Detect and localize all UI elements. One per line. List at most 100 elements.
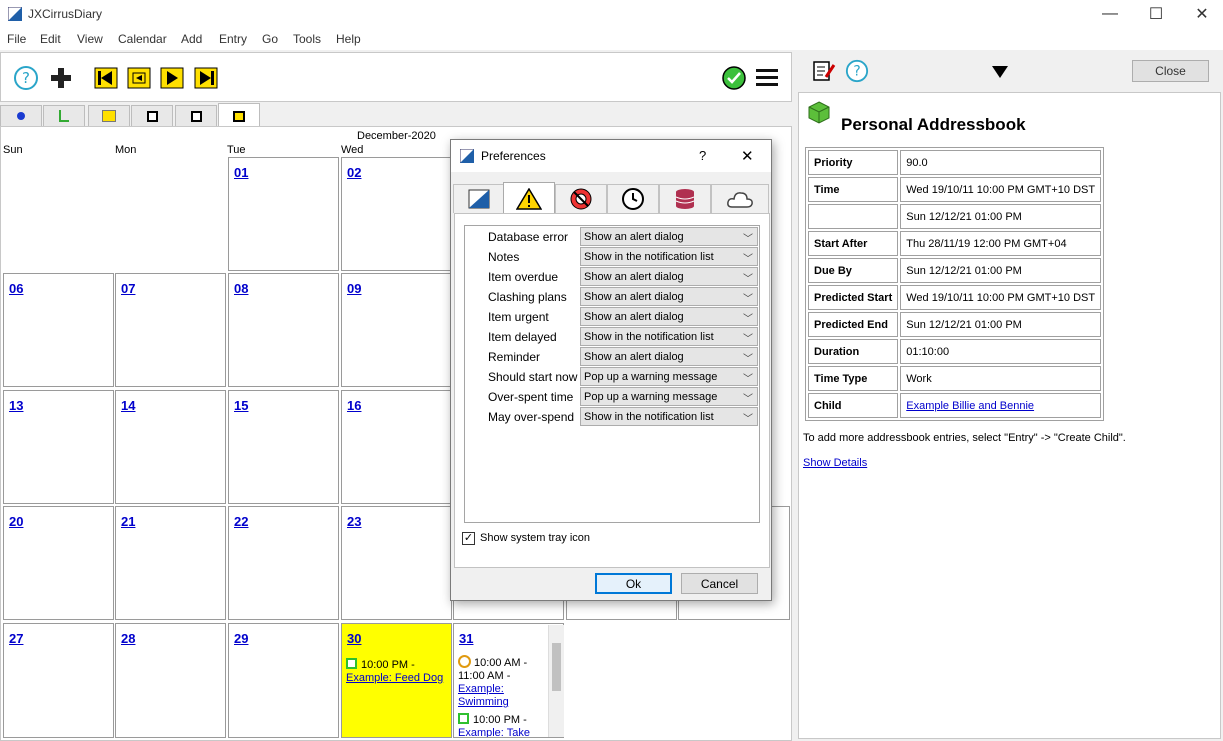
day-number[interactable]: 20 — [9, 514, 23, 529]
event-link[interactable]: Swimming — [458, 696, 509, 708]
day-cell-highlighted[interactable]: 30 10:00 PM - Example: Feed Dog — [341, 623, 452, 738]
day-number[interactable]: 08 — [234, 281, 248, 296]
day-number[interactable]: 21 — [121, 514, 135, 529]
day-cell[interactable]: 31 10:00 AM - 11:00 AM - Example: Swimmi… — [453, 623, 564, 738]
tab-person-view[interactable] — [0, 105, 42, 127]
alert-select[interactable]: Show an alert dialog ﹀ — [580, 307, 758, 326]
day-number[interactable]: 02 — [347, 165, 361, 180]
day-cell[interactable]: 06 — [3, 273, 114, 387]
menu-view[interactable]: View — [77, 32, 103, 46]
day-number[interactable]: 31 — [459, 631, 473, 646]
tab-alerts[interactable] — [503, 182, 555, 214]
day-number[interactable]: 27 — [9, 631, 23, 646]
tab-month-view[interactable] — [218, 103, 260, 128]
last-icon[interactable] — [193, 65, 219, 91]
alert-select[interactable]: Pop up a warning message ﹀ — [580, 367, 758, 386]
day-cell[interactable]: 20 — [3, 506, 114, 620]
event-link[interactable]: Example: Feed Dog — [346, 672, 443, 684]
day-cell[interactable]: 15 — [228, 390, 339, 504]
show-details-link[interactable]: Show Details — [803, 457, 867, 469]
tab-sync[interactable] — [555, 184, 607, 213]
alert-select[interactable]: Show an alert dialog ﹀ — [580, 267, 758, 286]
day-cell[interactable]: 22 — [228, 506, 339, 620]
next-icon[interactable] — [159, 65, 185, 91]
child-link[interactable]: Example Billie and Bennie — [906, 400, 1034, 412]
alert-select[interactable]: Show in the notification list ﹀ — [580, 327, 758, 346]
day-number[interactable]: 13 — [9, 398, 23, 413]
menu-tools[interactable]: Tools — [293, 32, 321, 46]
dropdown-triangle-icon[interactable] — [992, 66, 1008, 78]
day-number[interactable]: 07 — [121, 281, 135, 296]
menu-calendar[interactable]: Calendar — [118, 32, 167, 46]
cell-scrollbar[interactable] — [548, 625, 564, 737]
tab-tree-view[interactable] — [43, 105, 85, 127]
ok-button[interactable]: Ok — [595, 573, 672, 594]
day-number[interactable]: 06 — [9, 281, 23, 296]
calendar-event[interactable]: 10:00 AM - 11:00 AM - Example: Swimming — [458, 655, 546, 709]
tab-general[interactable] — [453, 184, 505, 213]
day-cell[interactable]: 29 — [228, 623, 339, 738]
day-cell[interactable]: 21 — [115, 506, 226, 620]
alert-select[interactable]: Show in the notification list ﹀ — [580, 407, 758, 426]
day-number[interactable]: 09 — [347, 281, 361, 296]
help-icon[interactable]: ? — [13, 65, 39, 91]
scrollbar-thumb[interactable] — [552, 643, 561, 691]
tab-week-view[interactable] — [175, 105, 217, 127]
day-number[interactable]: 22 — [234, 514, 248, 529]
day-cell[interactable]: 09 — [341, 273, 452, 387]
alert-select[interactable]: Show an alert dialog ﹀ — [580, 227, 758, 246]
minimize-button[interactable]: — — [1087, 0, 1133, 28]
cancel-button[interactable]: Cancel — [681, 573, 758, 594]
menu-go[interactable]: Go — [262, 32, 278, 46]
day-cell[interactable]: 01 — [228, 157, 339, 271]
alert-select[interactable]: Show in the notification list ﹀ — [580, 247, 758, 266]
day-cell[interactable]: 13 — [3, 390, 114, 504]
day-cell[interactable]: 14 — [115, 390, 226, 504]
dialog-close-button[interactable]: ✕ — [741, 147, 754, 165]
menu-entry[interactable]: Entry — [219, 32, 247, 46]
tab-day-view[interactable] — [131, 105, 173, 127]
menu-help[interactable]: Help — [336, 32, 361, 46]
day-number[interactable]: 28 — [121, 631, 135, 646]
alert-select[interactable]: Show an alert dialog ﹀ — [580, 347, 758, 366]
day-cell[interactable]: 08 — [228, 273, 339, 387]
menu-file[interactable]: File — [7, 32, 26, 46]
day-number[interactable]: 14 — [121, 398, 135, 413]
hamburger-menu-icon[interactable] — [756, 68, 778, 88]
day-number[interactable]: 15 — [234, 398, 248, 413]
day-cell[interactable]: 02 — [341, 157, 452, 271]
day-cell[interactable]: 16 — [341, 390, 452, 504]
prev-icon[interactable] — [126, 65, 152, 91]
tab-time[interactable] — [607, 184, 659, 213]
maximize-button[interactable]: ☐ — [1133, 0, 1179, 28]
status-ok-icon[interactable] — [721, 65, 747, 91]
day-number[interactable]: 30 — [347, 631, 361, 646]
first-icon[interactable] — [93, 65, 119, 91]
menu-add[interactable]: Add — [181, 32, 202, 46]
event-link[interactable]: Example: — [458, 683, 504, 695]
tray-icon-checkbox[interactable]: ✓ — [462, 532, 475, 545]
edit-note-icon[interactable] — [812, 59, 836, 83]
day-number[interactable]: 01 — [234, 165, 248, 180]
day-cell[interactable]: 28 — [115, 623, 226, 738]
help-icon[interactable]: ? — [845, 59, 869, 83]
close-window-button[interactable]: ✕ — [1179, 0, 1223, 28]
plus-icon[interactable] — [49, 66, 73, 90]
day-cell[interactable]: 23 — [341, 506, 452, 620]
tab-database[interactable] — [659, 184, 711, 213]
tab-gantt-view[interactable] — [88, 105, 130, 127]
day-cell[interactable]: 07 — [115, 273, 226, 387]
close-detail-button[interactable]: Close — [1132, 60, 1209, 82]
event-link[interactable]: Example: Take — [458, 727, 530, 737]
calendar-event[interactable]: 10:00 PM - Example: Feed Dog — [346, 658, 450, 685]
dialog-help-button[interactable]: ? — [699, 148, 706, 163]
day-number[interactable]: 23 — [347, 514, 361, 529]
calendar-event[interactable]: 10:00 PM - Example: Take — [458, 713, 546, 737]
menu-edit[interactable]: Edit — [40, 32, 61, 46]
day-number[interactable]: 16 — [347, 398, 361, 413]
day-number[interactable]: 29 — [234, 631, 248, 646]
tab-cloud[interactable] — [711, 184, 769, 213]
alert-select[interactable]: Show an alert dialog ﹀ — [580, 287, 758, 306]
day-cell[interactable]: 27 — [3, 623, 114, 738]
alert-select[interactable]: Pop up a warning message ﹀ — [580, 387, 758, 406]
